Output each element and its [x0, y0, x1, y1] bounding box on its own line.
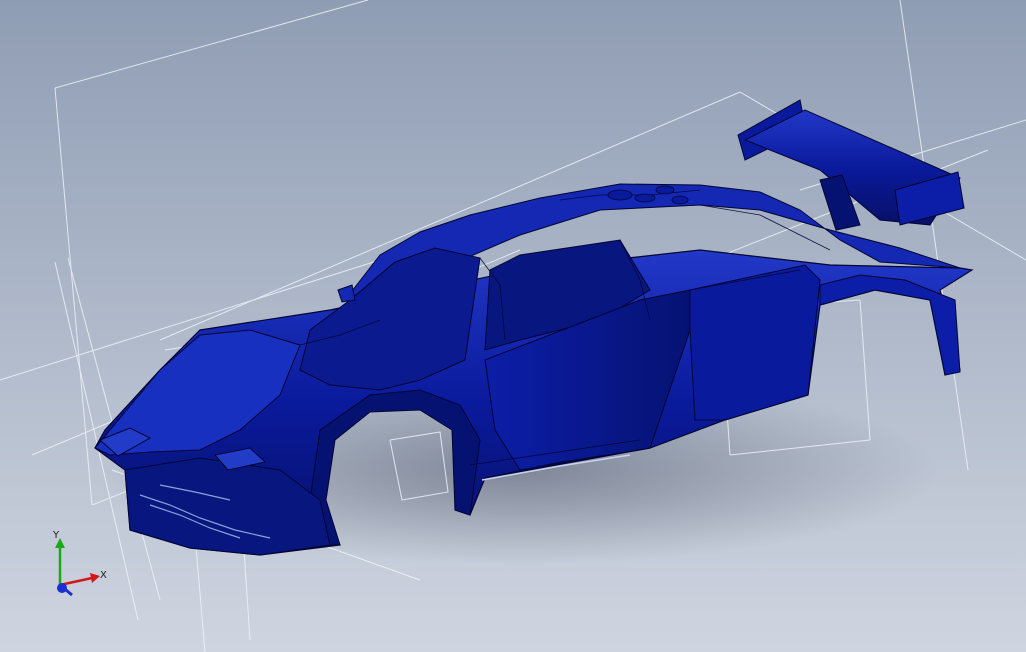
- x-axis-label: X: [100, 570, 107, 581]
- coordinate-triad: Y X: [52, 530, 107, 597]
- x-axis-arrow: [90, 573, 100, 583]
- model-scene[interactable]: Y X: [0, 0, 1026, 652]
- side-mirror: [337, 284, 356, 303]
- triad-origin: [57, 583, 67, 593]
- y-axis-label: Y: [52, 530, 60, 541]
- rear-side-panel: [689, 264, 821, 421]
- graphics-viewport[interactable]: Y X: [0, 0, 1026, 652]
